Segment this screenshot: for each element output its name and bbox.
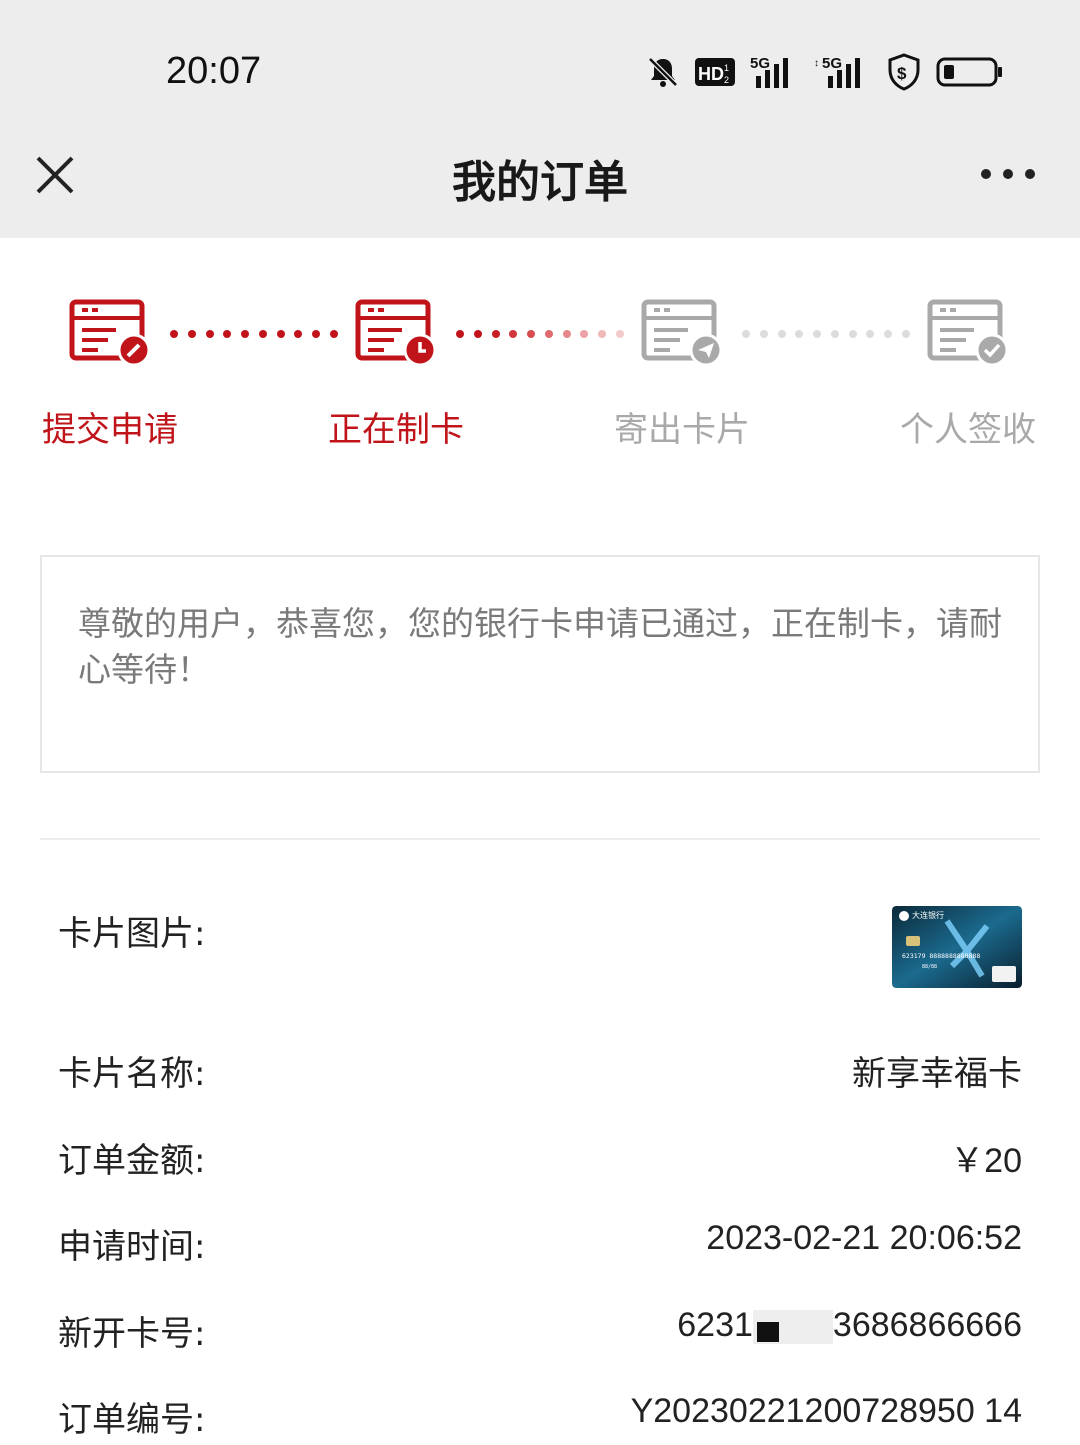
step-label: 正在制卡 xyxy=(328,410,464,450)
order-amount-value: ￥20 xyxy=(950,1142,1022,1180)
card-number-row: 新开卡号: 6231 3686866666 xyxy=(58,1306,1022,1356)
form-check-icon xyxy=(927,299,1009,366)
card-image-label: 卡片图片: xyxy=(58,914,206,954)
status-message: 尊敬的用户，恭喜您，您的银行卡申请已通过，正在制卡，请耐心等待！ xyxy=(78,604,1002,689)
svg-text:1: 1 xyxy=(724,63,729,73)
card-number-suffix: 3686866666 xyxy=(832,1306,1022,1344)
order-progress: 提交申请 正在制卡 寄出卡片 个人签收 xyxy=(0,238,1080,498)
card-name-value: 新享幸福卡 xyxy=(852,1054,1022,1094)
svg-text:$: $ xyxy=(897,64,907,83)
card-number-value: 6231 3686866666 xyxy=(677,1306,1022,1345)
status-icons: HD 1 2 5G ↕ 5G $ xyxy=(646,52,1004,92)
nav-bar: 我的订单 xyxy=(0,128,1080,238)
order-amount-row: 订单金额: ￥20 xyxy=(58,1133,1022,1183)
step-card-making: 正在制卡 xyxy=(306,298,486,451)
page-title: 我的订单 xyxy=(452,157,628,208)
form-send-icon xyxy=(641,299,723,366)
more-icon[interactable] xyxy=(980,164,1036,184)
order-amount-label: 订单金额: xyxy=(58,1141,206,1181)
svg-text:↕: ↕ xyxy=(814,58,819,69)
card-number-label: 新开卡号: xyxy=(58,1314,206,1354)
shield-dollar-icon: $ xyxy=(888,53,920,91)
apply-time-row: 申请时间: 2023-02-21 20:06:52 xyxy=(58,1219,1022,1269)
svg-text:2: 2 xyxy=(724,75,729,85)
svg-text:5G: 5G xyxy=(750,55,770,72)
card-expiry: 88/88 xyxy=(922,964,937,970)
card-name-label: 卡片名称: xyxy=(58,1054,206,1094)
order-number-label: 订单编号: xyxy=(58,1400,206,1440)
order-number-row: 订单编号: Y20230221200728950 14 xyxy=(58,1392,1022,1442)
step-card-shipped: 寄出卡片 xyxy=(592,298,772,451)
step-label: 提交申请 xyxy=(42,410,178,450)
step-submit-application: 提交申请 xyxy=(20,298,200,451)
masked-region xyxy=(752,1310,833,1345)
order-number-value: Y20230221200728950 14 xyxy=(630,1392,1022,1430)
battery-icon xyxy=(936,57,1002,87)
card-name-row: 卡片名称: 新享幸福卡 xyxy=(58,1046,1022,1096)
step-label: 个人签收 xyxy=(900,410,1036,450)
hd-icon: HD 1 2 xyxy=(695,58,735,86)
card-image-row: 卡片图片: 大连银行 623179 8888888888888 88/88 xyxy=(58,906,1022,996)
status-message-box: 尊敬的用户，恭喜您，您的银行卡申请已通过，正在制卡，请耐心等待！ xyxy=(40,555,1040,773)
card-number: 623179 8888888888888 xyxy=(902,952,980,960)
form-clock-icon xyxy=(355,299,437,366)
step-signed: 个人签收 xyxy=(878,298,1058,451)
signal-5g-icon: ↕ 5G xyxy=(814,55,860,88)
apply-time-value: 2023-02-21 20:06:52 xyxy=(706,1219,1022,1257)
apply-time-label: 申请时间: xyxy=(58,1227,206,1267)
svg-text:HD: HD xyxy=(698,64,724,84)
divider xyxy=(40,838,1040,840)
status-time: 20:07 xyxy=(166,50,262,92)
signal-5g-icon: 5G xyxy=(750,55,788,88)
status-bar: 20:07 HD 1 2 5G ↕ 5G $ xyxy=(0,0,1080,128)
step-label: 寄出卡片 xyxy=(614,410,750,450)
mute-bell-icon xyxy=(648,57,678,87)
svg-text:5G: 5G xyxy=(822,55,842,72)
card-image[interactable]: 大连银行 623179 8888888888888 88/88 xyxy=(892,906,1022,988)
form-edit-icon xyxy=(69,299,151,366)
card-bank-name: 大连银行 xyxy=(912,910,944,920)
card-number-prefix: 6231 xyxy=(677,1306,753,1344)
